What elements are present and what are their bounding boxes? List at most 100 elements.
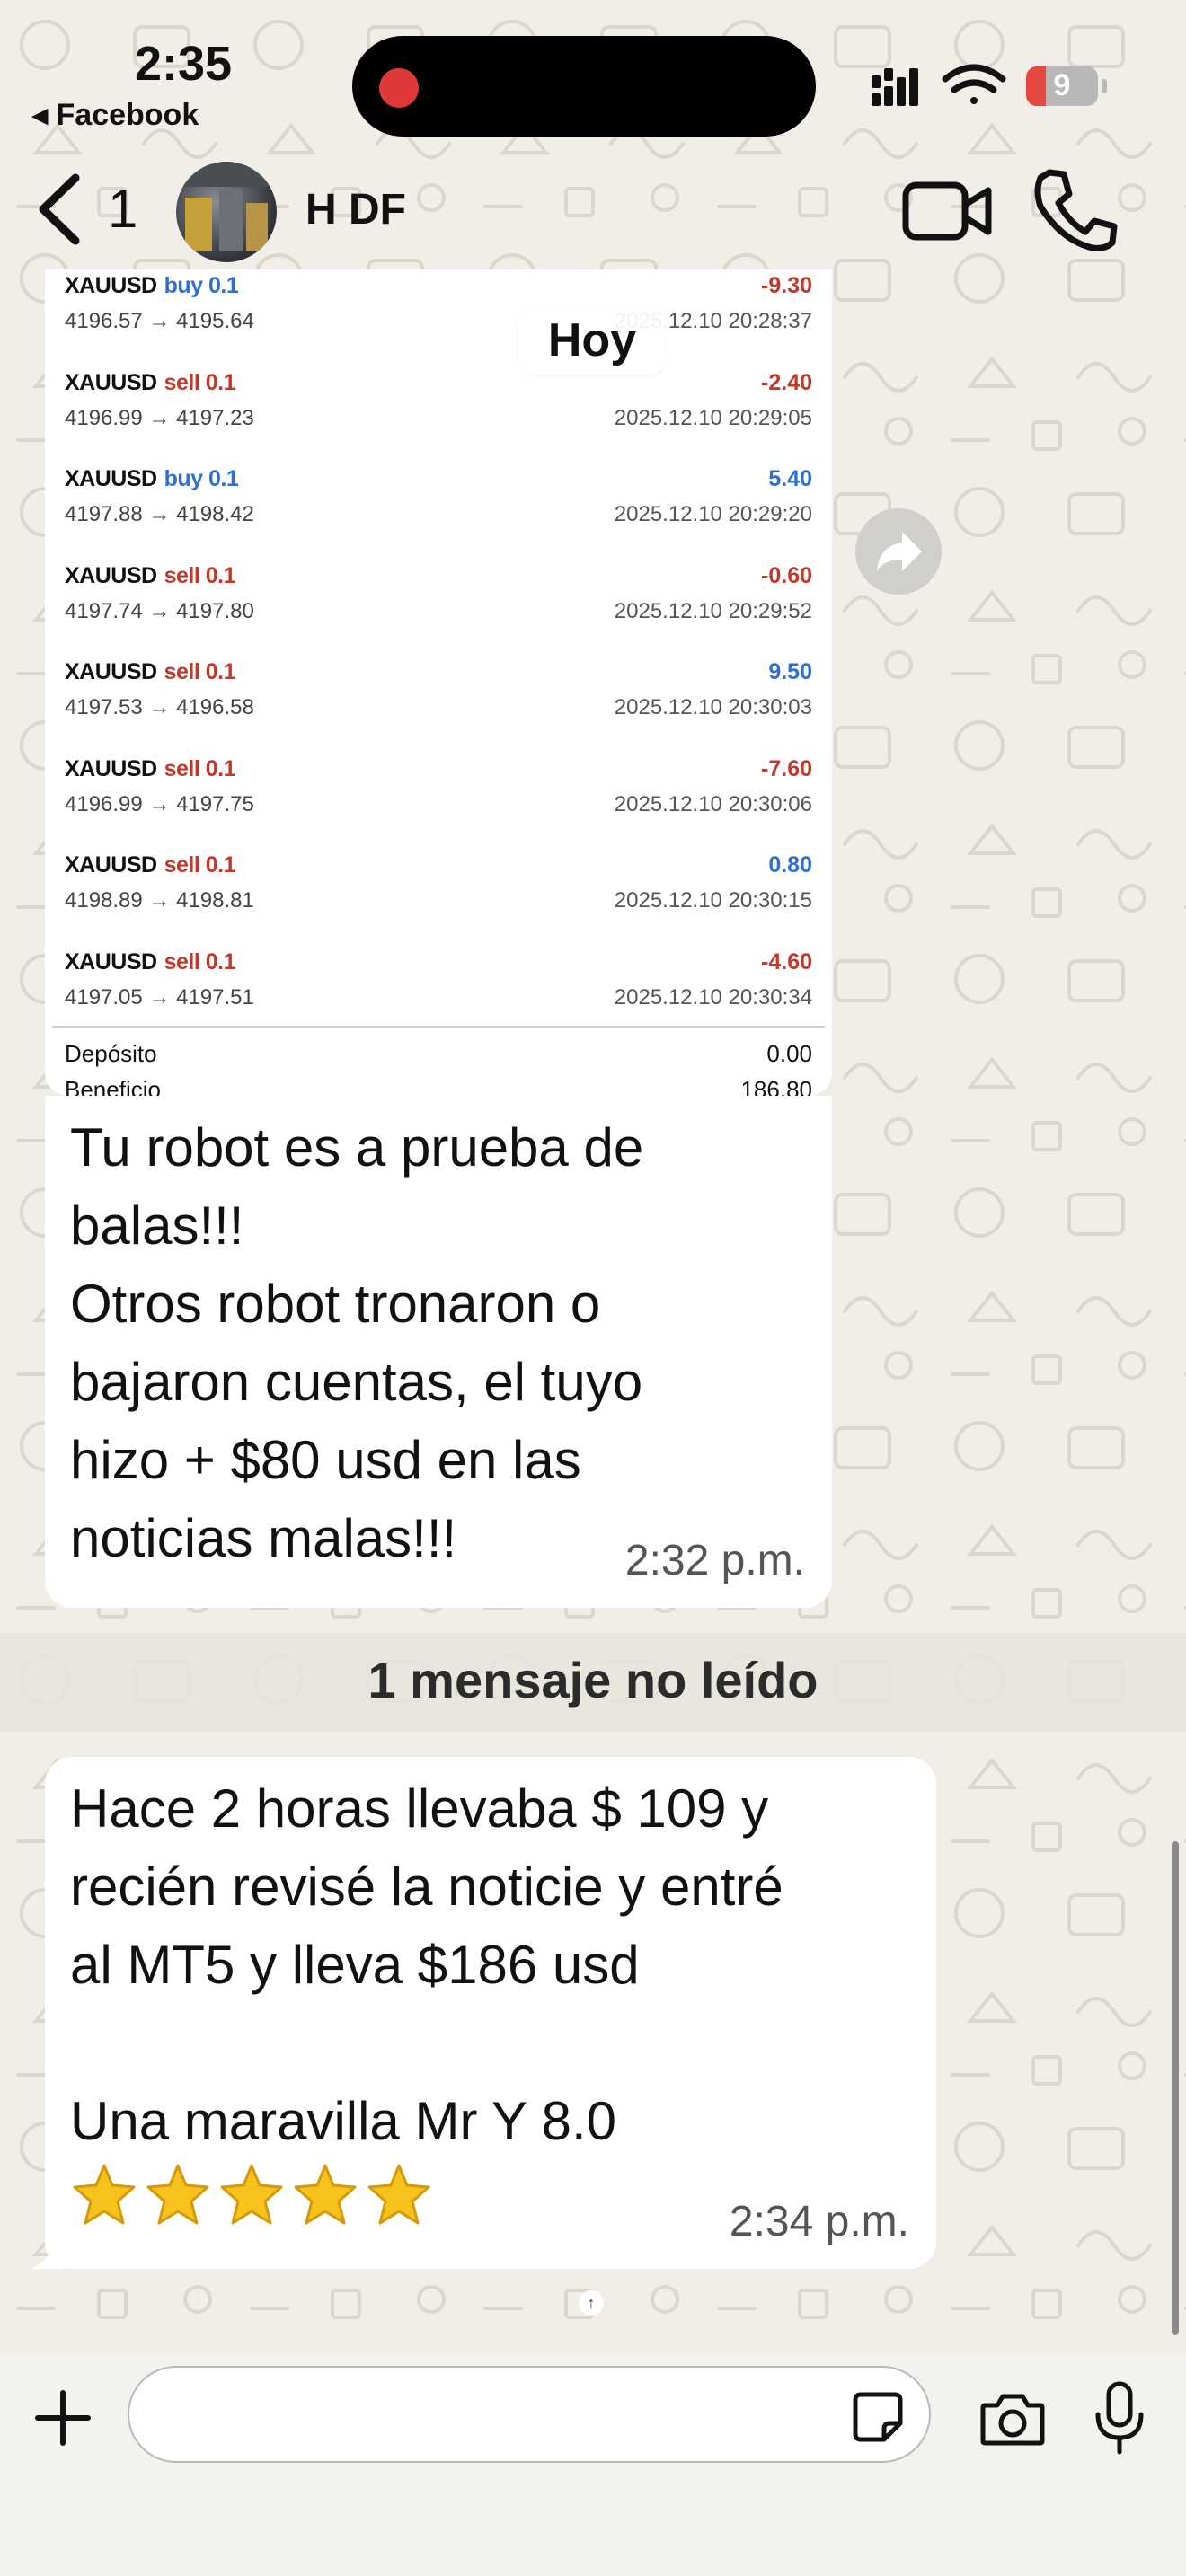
trade-prices: 4198.89 → 4198.81 — [65, 888, 254, 913]
back-chevron-icon[interactable] — [36, 172, 81, 246]
symbol-text: XAUUSD — [65, 369, 157, 395]
trade-symbol: XAUUSD buy 0.1 — [65, 273, 239, 299]
symbol-text: XAUUSD — [65, 852, 157, 878]
trade-profit: -2.40 — [761, 369, 812, 395]
trade-symbol: XAUUSD sell 0.1 — [65, 563, 235, 589]
trade-direction: sell 0.1 — [164, 562, 236, 588]
sticker-icon[interactable] — [852, 2391, 904, 2443]
trade-history-image-message[interactable]: XAUUSD buy 0.1 4196.57 → 4195.64 -9.30 2025.… — [45, 269, 832, 1096]
trade-datetime: 2025.12.10 20:30:15 — [614, 888, 812, 913]
message-text: Tu robot es a prueba de balas!!! Otros r… — [70, 1117, 644, 1568]
date-chip: Hoy — [518, 305, 667, 375]
symbol-text: XAUUSD — [65, 466, 157, 491]
phone-call-icon[interactable] — [1030, 167, 1120, 253]
trade-datetime: 2025.12.10 20:29:05 — [614, 405, 812, 430]
message-timestamp: 2:34 p.m. — [729, 2198, 909, 2245]
deposit-value: 0.00 — [766, 1040, 812, 1067]
symbol-text: XAUUSD — [65, 562, 157, 588]
star-icon — [73, 2164, 136, 2225]
recording-indicator — [379, 68, 419, 108]
status-bar: 2:35 ◂ Facebook 9 — [0, 0, 1186, 153]
benefit-value: 186.80 — [740, 1076, 812, 1096]
trade-profit: 9.50 — [768, 659, 812, 684]
trade-datetime: 2025.12.10 20:30:34 — [614, 984, 812, 1010]
unread-count[interactable]: 1 — [108, 178, 137, 240]
summary-divider — [52, 1026, 825, 1028]
star-icon — [367, 2164, 430, 2225]
trade-prices: 4196.99 → 4197.75 — [65, 791, 254, 816]
trade-prices: 4197.88 → 4198.42 — [65, 502, 254, 526]
symbol-text: XAUUSD — [65, 755, 157, 781]
microphone-icon[interactable] — [1093, 2380, 1146, 2456]
trade-row: XAUUSD sell 0.1 4196.99 → 4197.23 -2.40 2025… — [65, 366, 812, 463]
contact-name[interactable]: H DF — [305, 185, 406, 234]
trade-row: XAUUSD sell 0.1 4198.89 → 4198.81 0.80 2025.… — [65, 849, 812, 945]
cellular-signal-icon — [872, 68, 918, 106]
camera-icon[interactable] — [979, 2391, 1046, 2447]
incoming-message-1[interactable]: Tu robot es a prueba de balas!!! Otros r… — [45, 1096, 832, 1608]
back-to-app-link[interactable]: ◂ Facebook — [32, 97, 199, 133]
trade-symbol: XAUUSD sell 0.1 — [65, 949, 235, 975]
message-text: Hace 2 horas llevaba $ 109 y recién revi… — [70, 1778, 783, 2151]
benefit-label: Beneficio — [65, 1076, 161, 1096]
video-call-icon[interactable] — [902, 172, 992, 250]
trade-prices: 4197.53 → 4196.58 — [65, 695, 254, 719]
battery-percentage: 9 — [1053, 68, 1071, 102]
trade-prices: 4197.74 → 4197.80 — [65, 598, 254, 623]
compose-bar — [0, 2353, 1186, 2576]
trade-direction: buy 0.1 — [164, 273, 239, 298]
star-rating — [72, 2163, 440, 2226]
trade-prices: 4196.57 → 4195.64 — [65, 309, 254, 333]
symbol-text: XAUUSD — [65, 948, 157, 975]
message-input[interactable] — [128, 2366, 931, 2463]
trade-prices: 4197.05 → 4197.51 — [65, 984, 254, 1010]
unread-banner-text: 1 mensaje no leído — [367, 1652, 819, 1708]
trade-direction: sell 0.1 — [164, 659, 236, 684]
trade-symbol: XAUUSD sell 0.1 — [65, 659, 235, 685]
status-time: 2:35 — [135, 37, 233, 91]
trade-profit: 0.80 — [768, 852, 812, 878]
dynamic-island — [352, 36, 816, 137]
trade-row: XAUUSD sell 0.1 4197.74 → 4197.80 -0.60 2025… — [65, 560, 812, 656]
trade-symbol: XAUUSD sell 0.1 — [65, 756, 235, 782]
trade-row: XAUUSD sell 0.1 4197.53 → 4196.58 9.50 2025.… — [65, 656, 812, 752]
trade-symbol: XAUUSD buy 0.1 — [65, 466, 239, 492]
incoming-message-2[interactable]: Hace 2 horas llevaba $ 109 y recién revi… — [45, 1757, 936, 2269]
attach-plus-icon[interactable] — [34, 2389, 92, 2447]
scroll-to-bottom-button[interactable]: ↑ — [579, 2290, 604, 2316]
trade-profit: -4.60 — [761, 948, 812, 975]
trade-profit: -0.60 — [761, 562, 812, 588]
benefit-row: Beneficio 186.80 — [65, 1076, 812, 1096]
trade-prices: 4196.99 → 4197.23 — [65, 405, 254, 430]
trade-profit: 5.40 — [768, 466, 812, 491]
chat-messages[interactable]: XAUUSD buy 0.1 4196.57 → 4195.64 -9.30 2025.… — [0, 269, 1186, 2353]
deposit-label: Depósito — [65, 1040, 157, 1067]
trade-direction: sell 0.1 — [164, 369, 236, 395]
trade-direction: sell 0.1 — [164, 852, 236, 878]
trade-profit: -9.30 — [761, 273, 812, 298]
message-timestamp: 2:32 p.m. — [624, 1537, 805, 1584]
unread-messages-banner: 1 mensaje no leído — [0, 1633, 1186, 1732]
star-icon — [220, 2164, 283, 2225]
forward-icon — [877, 532, 922, 571]
trade-datetime: 2025.12.10 20:30:06 — [614, 791, 812, 816]
forward-button[interactable] — [855, 508, 942, 595]
symbol-text: XAUUSD — [65, 273, 157, 298]
battery-icon: 9 — [1026, 66, 1098, 106]
trade-direction: sell 0.1 — [164, 948, 236, 975]
scroll-indicator[interactable] — [1172, 1841, 1179, 2335]
chat-header: 1 H DF — [0, 153, 1186, 269]
trade-row: XAUUSD buy 0.1 4197.88 → 4198.42 5.40 2025.1… — [65, 463, 812, 559]
trade-symbol: XAUUSD sell 0.1 — [65, 370, 235, 396]
wifi-icon — [942, 64, 1006, 104]
trade-profit: -7.60 — [761, 755, 812, 781]
battery-nub — [1102, 79, 1107, 93]
trade-datetime: 2025.12.10 20:29:20 — [614, 502, 812, 526]
trade-symbol: XAUUSD sell 0.1 — [65, 852, 235, 878]
contact-avatar[interactable] — [176, 162, 277, 262]
trade-row: XAUUSD buy 0.1 4196.57 → 4195.64 -9.30 2025.… — [65, 269, 812, 366]
deposit-row: Depósito 0.00 — [65, 1040, 812, 1068]
trade-direction: sell 0.1 — [164, 755, 236, 781]
symbol-text: XAUUSD — [65, 659, 157, 684]
star-icon — [146, 2164, 209, 2225]
